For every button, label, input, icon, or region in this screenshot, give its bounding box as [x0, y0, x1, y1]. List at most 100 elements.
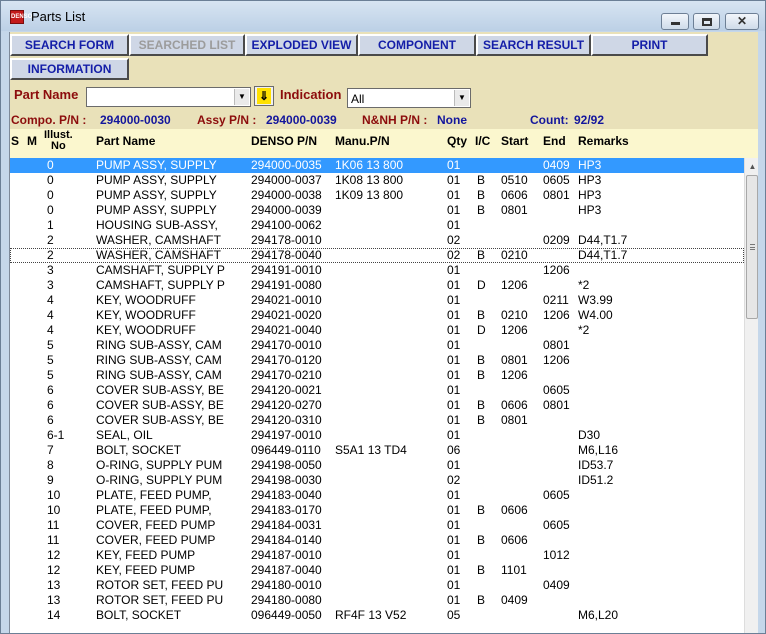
cell-manu: 1K09 13 800 [335, 188, 404, 202]
cell-illust: 1 [47, 218, 54, 232]
cell-illust: 4 [47, 293, 54, 307]
part-name-combo[interactable]: ▼ [86, 87, 251, 107]
indication-combo[interactable]: All ▼ [347, 88, 471, 108]
client-area: SEARCH FORM SEARCHED LIST EXPLODED VIEW … [9, 32, 758, 633]
cell-pn: 294170-0120 [251, 353, 322, 367]
table-row[interactable]: 2 WASHER, CAMSHAFT 294178-0040 02 B 0210 D44,T… [10, 248, 744, 263]
table-row[interactable]: 11 COVER, FEED PUMP 294184-0031 01 0605 [10, 518, 744, 533]
table-row[interactable]: 11 COVER, FEED PUMP 294184-0140 01 B 0606 [10, 533, 744, 548]
col-header-denso-pn[interactable]: DENSO P/N [251, 134, 317, 148]
count-value: 92/92 [574, 113, 605, 127]
minimize-button[interactable] [661, 13, 689, 30]
col-header-end[interactable]: End [543, 134, 566, 148]
col-header-s[interactable]: S [11, 134, 19, 148]
table-row[interactable]: 0 PUMP ASSY, SUPPLY 294000-0035 1K06 13 800… [10, 158, 744, 173]
assy-pn-label: Assy P/N : [197, 113, 257, 127]
print-button[interactable]: PRINT [591, 34, 708, 56]
table-row[interactable]: 13 ROTOR SET, FEED PU 294180-0010 01 0409 [10, 578, 744, 593]
cell-name: KEY, WOODRUFF [96, 323, 196, 337]
cell-illust: 14 [47, 608, 61, 622]
table-row[interactable]: 0 PUMP ASSY, SUPPLY 294000-0037 1K08 13 800… [10, 173, 744, 188]
nnh-pn-label: N&NH P/N : [362, 113, 428, 127]
cell-name: KEY, FEED PUMP [96, 548, 196, 562]
col-header-qty[interactable]: Qty [447, 134, 467, 148]
cell-ic: B [477, 563, 486, 577]
table-row[interactable]: 10 PLATE, FEED PUMP, 294183-0040 01 0605 [10, 488, 744, 503]
table-row[interactable]: 7 BOLT, SOCKET 096449-0110 S5A1 13 TD4 06 M6,… [10, 443, 744, 458]
table-row[interactable]: 9 O-RING, SUPPLY PUM 294198-0030 02 ID51.2 [10, 473, 744, 488]
table-row[interactable]: 14 BOLT, SOCKET 096449-0050 RF4F 13 V52 05 M6… [10, 608, 744, 623]
table-row[interactable]: 0 PUMP ASSY, SUPPLY 294000-0039 01 B 0801 HP3 [10, 203, 744, 218]
arrow-down-icon: ⇓ [257, 88, 271, 104]
cell-qty: 01 [447, 503, 461, 517]
chevron-down-icon[interactable]: ▼ [454, 90, 469, 106]
table-row[interactable]: 4 KEY, WOODRUFF 294021-0020 01 B 0210 1206 W4.0… [10, 308, 744, 323]
table-row[interactable]: 6 COVER SUB-ASSY, BE 294120-0270 01 B 0606 080… [10, 398, 744, 413]
cell-pn: 294000-0038 [251, 188, 322, 202]
cell-ic: B [477, 413, 486, 427]
cell-pn: 294100-0062 [251, 218, 322, 232]
table-row[interactable]: 12 KEY, FEED PUMP 294187-0040 01 B 1101 [10, 563, 744, 578]
cell-qty: 01 [447, 293, 461, 307]
cell-name: COVER, FEED PUMP [96, 518, 216, 532]
col-header-remarks[interactable]: Remarks [578, 134, 629, 148]
table-row[interactable]: 3 CAMSHAFT, SUPPLY P 294191-0010 01 1206 [10, 263, 744, 278]
col-header-illust[interactable]: Illust. No [44, 130, 73, 152]
table-row[interactable]: 8 O-RING, SUPPLY PUM 294198-0050 01 ID53.7 [10, 458, 744, 473]
col-header-m[interactable]: M [27, 134, 37, 148]
table-row[interactable]: 5 RING SUB-ASSY, CAM 294170-0210 01 B 1206 [10, 368, 744, 383]
exploded-view-button[interactable]: EXPLODED VIEW [245, 34, 358, 56]
cell-pn: 294178-0040 [251, 248, 322, 262]
col-header-start[interactable]: Start [501, 134, 528, 148]
cell-qty: 01 [447, 368, 461, 382]
table-row[interactable]: 6 COVER SUB-ASSY, BE 294120-0021 01 0605 [10, 383, 744, 398]
parts-table[interactable]: 0 PUMP ASSY, SUPPLY 294000-0035 1K06 13 800… [10, 158, 744, 633]
table-row[interactable]: 6-1 SEAL, OIL 294197-0010 01 D30 [10, 428, 744, 443]
col-header-manu-pn[interactable]: Manu.P/N [335, 134, 390, 148]
scroll-up-icon[interactable]: ▲ [745, 158, 758, 175]
cell-illust: 11 [47, 533, 60, 547]
cell-remarks: ID51.2 [578, 473, 614, 487]
cell-qty: 01 [447, 428, 461, 442]
search-form-button[interactable]: SEARCH FORM [10, 34, 129, 56]
cell-ic: B [477, 203, 486, 217]
search-arrow-button[interactable]: ⇓ [254, 86, 274, 106]
table-row[interactable]: 4 KEY, WOODRUFF 294021-0040 01 D 1206 *2 [10, 323, 744, 338]
cell-qty: 01 [447, 488, 461, 502]
table-row[interactable]: 6 COVER SUB-ASSY, BE 294120-0310 01 B 0801 [10, 413, 744, 428]
cell-qty: 01 [447, 338, 461, 352]
cell-pn: 096449-0050 [251, 608, 322, 622]
table-row[interactable]: 2 WASHER, CAMSHAFT 294178-0010 02 0209 D44,T1… [10, 233, 744, 248]
table-header: S M Illust. No Part Name DENSO P/N Manu.P… [10, 129, 758, 158]
cell-qty: 01 [447, 263, 461, 277]
cell-pn: 294178-0010 [251, 233, 322, 247]
searched-list-button[interactable]: SEARCHED LIST [129, 34, 245, 56]
table-row[interactable]: 1 HOUSING SUB-ASSY, 294100-0062 01 [10, 218, 744, 233]
table-row[interactable]: 12 KEY, FEED PUMP 294187-0010 01 1012 [10, 548, 744, 563]
information-button[interactable]: INFORMATION [10, 58, 129, 80]
table-row[interactable]: 4 KEY, WOODRUFF 294021-0010 01 0211 W3.99 [10, 293, 744, 308]
table-row[interactable]: 5 RING SUB-ASSY, CAM 294170-0120 01 B 0801 120… [10, 353, 744, 368]
table-row[interactable]: 10 PLATE, FEED PUMP, 294183-0170 01 B 0606 [10, 503, 744, 518]
table-row[interactable]: 5 RING SUB-ASSY, CAM 294170-0010 01 0801 [10, 338, 744, 353]
maximize-button[interactable] [693, 13, 720, 30]
cell-name: KEY, WOODRUFF [96, 308, 196, 322]
table-row[interactable]: 0 PUMP ASSY, SUPPLY 294000-0038 1K09 13 800… [10, 188, 744, 203]
table-row[interactable]: 13 ROTOR SET, FEED PU 294180-0080 01 B 0409 [10, 593, 744, 608]
cell-name: BOLT, SOCKET [96, 608, 182, 622]
component-button[interactable]: COMPONENT [358, 34, 476, 56]
scrollbar-thumb[interactable] [746, 175, 758, 319]
cell-illust: 0 [47, 203, 54, 217]
col-header-ic[interactable]: I/C [475, 134, 490, 148]
cell-end: 1012 [543, 548, 570, 562]
cell-illust: 2 [47, 248, 54, 262]
table-row[interactable]: 3 CAMSHAFT, SUPPLY P 294191-0080 01 D 1206 *2 [10, 278, 744, 293]
vertical-scrollbar[interactable]: ▲ [744, 158, 758, 633]
cell-pn: 294170-0210 [251, 368, 322, 382]
title-bar[interactable]: DENSO Parts List ✕ [1, 1, 765, 31]
chevron-down-icon[interactable]: ▼ [234, 89, 249, 105]
cell-qty: 01 [447, 533, 461, 547]
close-button[interactable]: ✕ [725, 13, 759, 30]
col-header-part-name[interactable]: Part Name [96, 134, 155, 148]
search-result-button[interactable]: SEARCH RESULT [476, 34, 591, 56]
